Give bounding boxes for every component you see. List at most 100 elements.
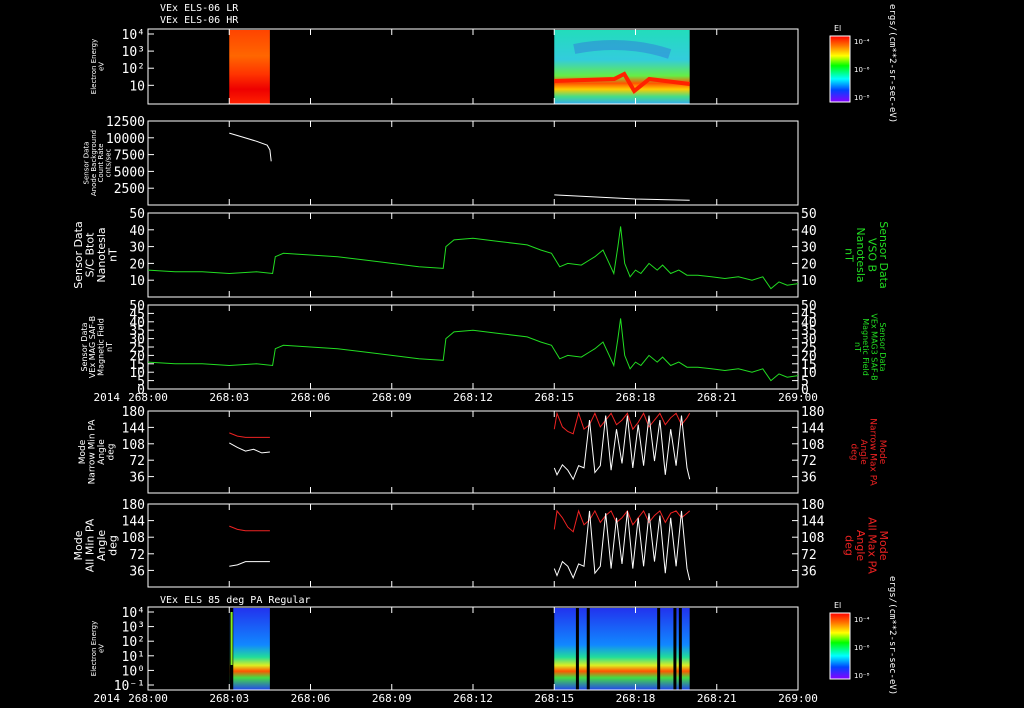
y-tick-label: 10¹ [122,650,145,665]
time-axis-tick-label: 268:21 [697,692,737,705]
spectrogram-column [230,612,233,665]
y-tick-label: 40 [129,224,145,239]
time-axis-year: 2014 [94,391,121,404]
y-tick-label: 36 [129,564,145,579]
y-tick-label: 10⁴ [122,606,145,621]
y-tick-label: 50 [129,299,145,314]
y-axis-label-line: nT [105,342,114,352]
time-axis-tick-label: 268:03 [209,391,249,404]
y-tick-label: 10³ [122,621,145,636]
y-tick-label-right: 108 [801,531,824,546]
colorbar-top-unit: ergs/(cm**2-sr-sec-eV) [887,4,897,123]
colorbar-top-tick-1: 10⁻⁴ [854,38,870,46]
y-axis-label-line: cnts/sec [105,148,113,177]
y-tick-label: 12500 [106,115,145,130]
time-axis-tick-label: 268:00 [128,692,168,705]
y-axis-label-right-line: deg [842,535,855,556]
spectrogram-gap [586,608,590,690]
y-tick-label: 144 [122,515,146,530]
y-tick-label-right: 72 [801,454,817,469]
time-axis-tick-label: 268:18 [616,692,656,705]
time-axis-tick-label: 268:06 [291,391,331,404]
time-axis-tick-label: 268:15 [534,692,574,705]
spectrogram-block [229,30,270,104]
y-tick-label-right: 108 [801,438,824,453]
time-axis-tick-label: 269:00 [778,692,818,705]
colorbar-top-tick-2: 10⁻⁶ [854,66,870,74]
time-axis-tick-label: 268:09 [372,391,412,404]
y-tick-label-right: 10 [801,274,817,289]
colorbar-bottom-tick-1: 10⁻⁴ [854,616,870,624]
spectrogram-block [554,608,690,690]
spectrogram-gap [575,608,579,690]
y-tick-label: 10⁴ [122,28,145,43]
y-tick-label: 10 [129,274,145,289]
spectrogram-block [229,608,270,690]
time-axis-tick-label: 268:12 [453,391,493,404]
y-axis-label-line: deg [107,535,120,556]
y-tick-label-right: 180 [801,498,824,513]
time-axis-tick-label: 268:00 [128,391,168,404]
y-axis-label-line: eV [98,644,106,653]
y-tick-label: 20 [129,257,145,272]
top-title-lr: VEx ELS-06 LR [160,3,239,14]
y-tick-label: 72 [129,454,145,469]
time-axis-tick-label: 268:12 [453,692,493,705]
y-tick-label: 108 [122,531,145,546]
y-tick-label-right: 144 [801,515,825,530]
y-tick-label: 2500 [114,182,145,197]
colorbar-bottom [829,612,851,680]
y-tick-label: 36 [129,471,145,486]
time-axis-tick-label: 268:09 [372,692,412,705]
y-tick-label-right: 40 [801,224,817,239]
colorbar-top-tick-3: 10⁻⁸ [854,94,870,102]
y-axis-label-line: nT [107,248,120,262]
spectrogram-gap [678,608,682,690]
y-tick-label: 7500 [114,149,145,164]
y-tick-label: 108 [122,438,145,453]
y-axis-label-right-line: deg [849,444,859,461]
colorbar-bottom-unit: ergs/(cm**2-sr-sec-eV) [887,576,897,695]
colorbar-bottom-title: El [834,601,841,610]
y-tick-label: 10 [129,79,145,94]
y-tick-label: 72 [129,548,145,563]
y-axis-label-line: eV [98,62,106,71]
y-tick-label: 10³ [122,45,145,60]
colorbar-top-title: El [834,24,841,33]
y-axis-label-right-line: nT [853,342,862,352]
y-tick-label-right: 50 [801,299,817,314]
bottom-title: VEx ELS 85 deg PA Regular [160,595,311,606]
y-axis-label-line: deg [107,444,117,461]
figure: 10⁴10³10²10Electron EnergyeV250050007500… [0,0,1024,708]
y-tick-label: 180 [122,405,145,420]
y-tick-label: 10² [122,62,145,77]
top-title-hr: VEx ELS-06 HR [160,15,239,26]
time-axis-tick-label: 268:06 [291,692,331,705]
time-axis-year: 2014 [94,692,121,705]
y-tick-label-right: 50 [801,207,817,222]
y-axis-label-right-line: nT [842,248,855,262]
y-tick-label-right: 72 [801,548,817,563]
y-tick-label: 144 [122,421,146,436]
y-tick-label: 10000 [106,132,145,147]
spectrogram-gap [673,608,677,690]
y-tick-label: 180 [122,498,145,513]
y-tick-label-right: 180 [801,405,824,420]
time-axis-tick-label: 268:18 [616,391,656,404]
y-tick-label-right: 144 [801,421,825,436]
y-tick-label: 10² [122,635,145,650]
y-tick-label-right: 30 [801,241,817,256]
colorbar-top [829,35,851,103]
time-axis-tick-label: 268:15 [534,391,574,404]
y-tick-label: 5000 [114,165,145,180]
spectrogram-gap [657,608,661,690]
y-tick-label-right: 36 [801,471,817,486]
y-tick-label: 10⁰ [122,664,145,679]
time-axis-tick-label: 268:21 [697,391,737,404]
y-tick-label-right: 36 [801,564,817,579]
y-tick-label: 50 [129,207,145,222]
colorbar-bottom-tick-2: 10⁻⁶ [854,644,870,652]
colorbar-bottom-tick-3: 10⁻⁸ [854,672,870,680]
time-axis-tick-label: 268:03 [209,692,249,705]
y-tick-label: 30 [129,241,145,256]
